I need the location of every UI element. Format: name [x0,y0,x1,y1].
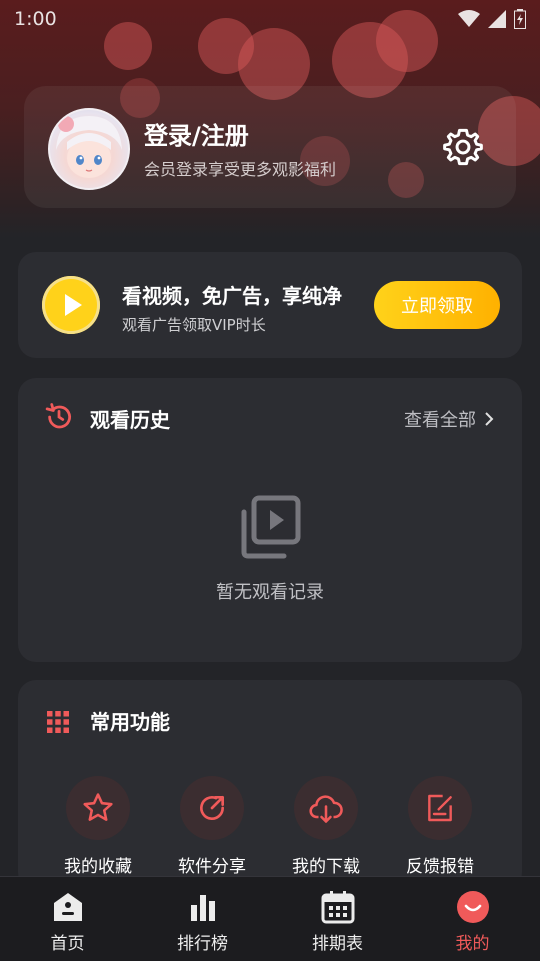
tab-rankings[interactable]: 排行榜 [135,877,270,961]
feedback-button[interactable]: 反馈报错 [390,776,490,877]
tab-home[interactable]: 首页 [0,877,135,961]
vip-promo-card: 看视频，免广告，享纯净 观看广告领取VIP时长 立即领取 [18,252,522,358]
tab-label: 排期表 [312,934,363,954]
tab-mine[interactable]: 我的 [405,877,540,961]
profile-card[interactable]: 登录/注册 会员登录享受更多观影福利 [24,86,516,208]
grid-icon [47,711,69,733]
my-downloads-button[interactable]: 我的下载 [276,776,376,877]
signal-icon [488,10,506,28]
func-label: 我的下载 [292,857,360,877]
login-register-link[interactable]: 登录/注册 [144,116,249,151]
bottom-tab-bar: 首页 排行榜 排期表 我的 [0,876,540,961]
video-library-icon [241,495,301,559]
tab-label: 首页 [50,934,85,954]
avatar[interactable] [48,108,130,190]
star-icon [83,793,113,821]
anime-avatar-icon [56,116,122,178]
promo-subtitle: 观看广告领取VIP时长 [122,316,266,334]
history-icon [45,403,71,429]
tab-label: 我的 [455,934,490,954]
share-app-button[interactable]: 软件分享 [162,776,262,877]
history-title: 观看历史 [90,408,170,432]
my-favorites-button[interactable]: 我的收藏 [48,776,148,877]
status-time: 1:00 [14,8,57,30]
tab-label: 排行榜 [177,934,228,954]
calendar-icon [321,891,354,924]
share-icon [200,796,224,821]
promo-title: 看视频，免广告，享纯净 [122,284,342,308]
login-subtitle: 会员登录享受更多观影福利 [144,160,337,179]
tab-schedule[interactable]: 排期表 [270,877,405,961]
battery-icon [514,9,526,29]
smile-face-icon [456,891,489,923]
claim-now-button[interactable]: 立即领取 [374,281,500,329]
home-icon [53,893,82,921]
history-empty-text: 暂无观看记录 [216,582,324,603]
func-label: 我的收藏 [64,857,132,877]
status-bar: 1:00 [0,0,540,38]
func-label: 反馈报错 [406,857,474,877]
func-label: 软件分享 [178,857,246,877]
view-all-link[interactable]: 查看全部 [404,406,494,432]
watch-history-card: 观看历史 查看全部 暂无观看记录 [18,378,522,662]
bar-chart-icon [190,895,215,921]
gear-icon[interactable] [442,126,484,168]
functions-title: 常用功能 [90,710,170,734]
wifi-icon [458,10,480,27]
chevron-right-icon [485,412,494,426]
edit-note-icon [428,794,452,822]
common-functions-card: 常用功能 我的收藏 软件分享 我的下载 反馈报错 [18,680,522,890]
play-circle-icon [42,276,100,334]
view-all-label: 查看全部 [404,410,476,431]
cloud-download-icon [309,795,343,823]
